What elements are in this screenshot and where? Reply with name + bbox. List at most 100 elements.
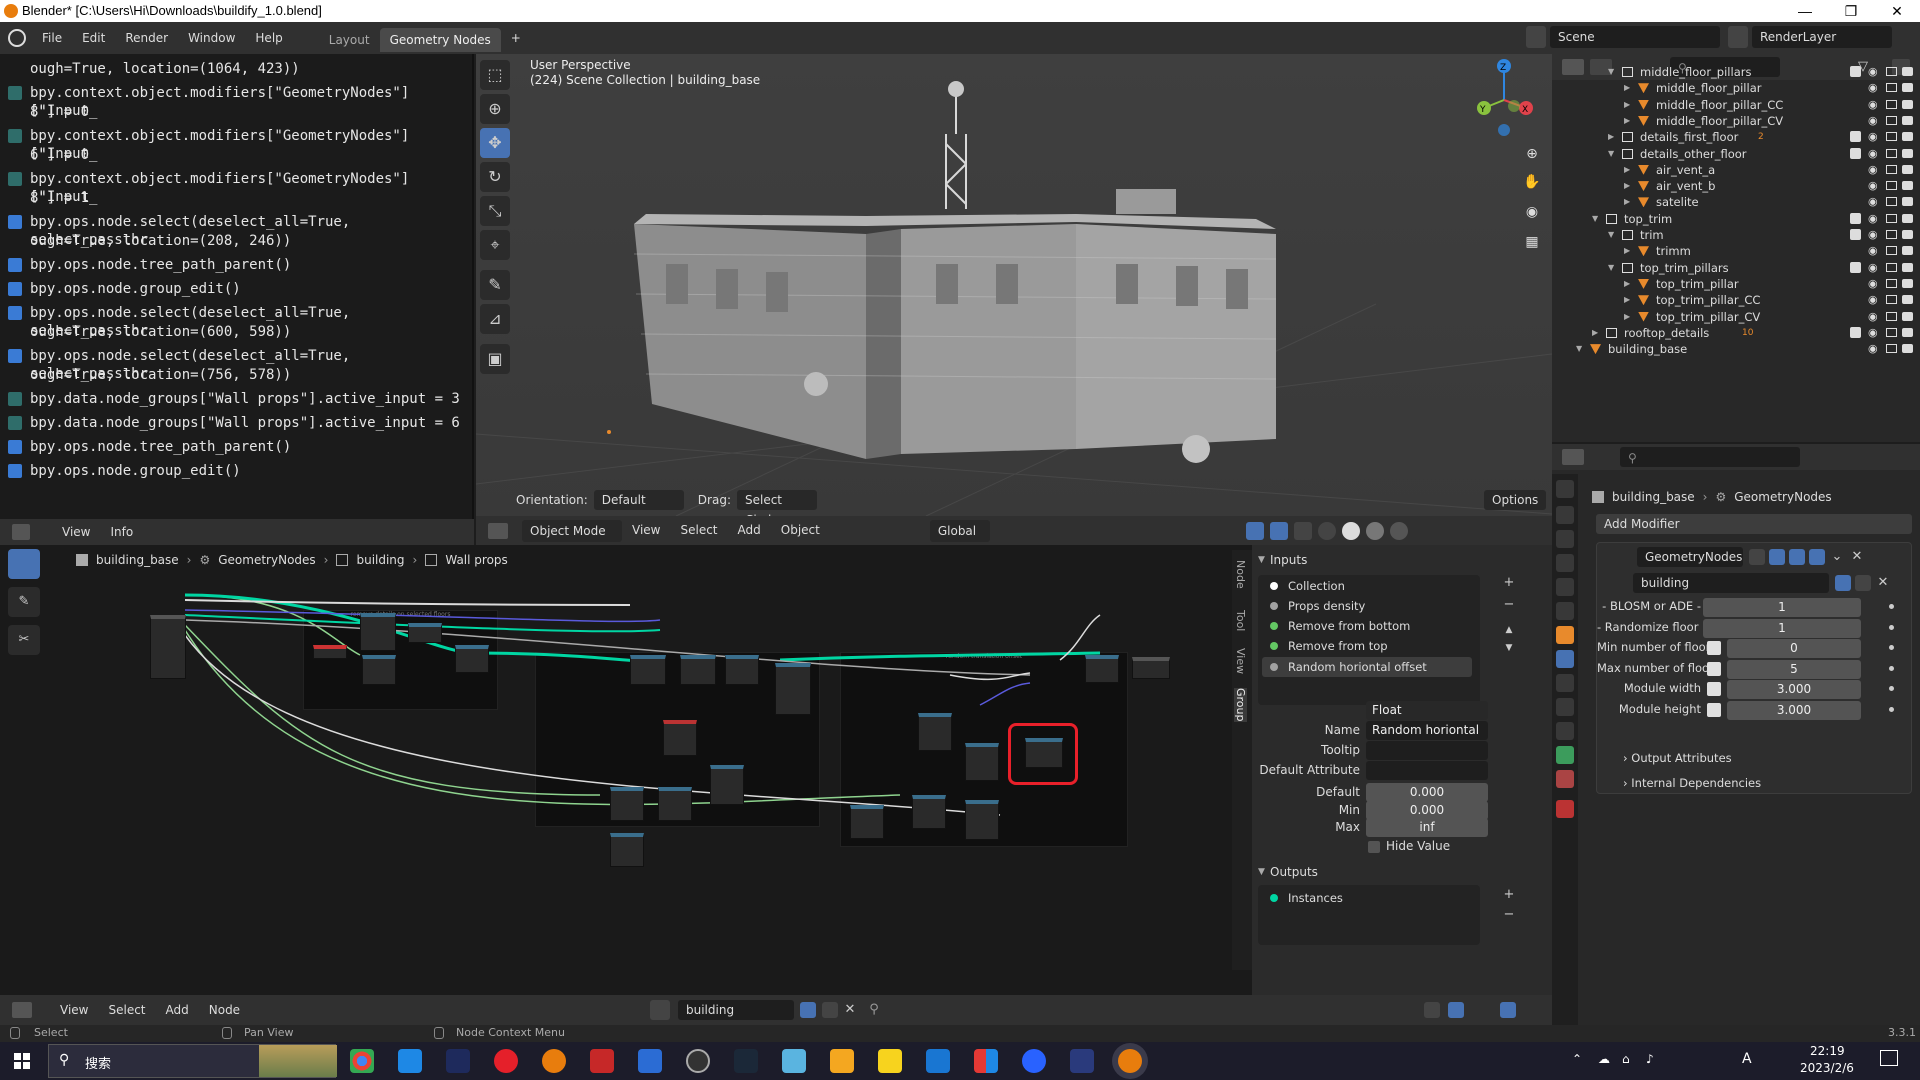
visibility-eye-icon[interactable]: ◉: [1868, 339, 1878, 359]
options-dropdown[interactable]: Options: [1484, 490, 1547, 510]
render-camera-icon[interactable]: [1902, 115, 1913, 125]
info-log-line[interactable]: bpy.ops.node.tree_path_parent(): [8, 256, 291, 274]
select-tool-icon[interactable]: ⬚: [480, 60, 510, 90]
windows-start-icon[interactable]: [14, 1053, 30, 1069]
vp-menu-object[interactable]: Object: [771, 516, 830, 545]
list-item[interactable]: Remove from bottom: [1270, 619, 1410, 633]
blender-menu-icon[interactable]: [8, 29, 26, 47]
keyframe-dot-icon[interactable]: [1889, 686, 1894, 691]
cursor-tool-icon[interactable]: ⊕: [480, 94, 510, 124]
star-app-icon[interactable]: [926, 1049, 950, 1073]
network-icon[interactable]: ⌂: [1622, 1052, 1630, 1066]
duplicate-icon[interactable]: [1855, 575, 1871, 591]
viewport-display-icon[interactable]: [1886, 181, 1897, 191]
viewport-display-icon[interactable]: [1886, 115, 1897, 125]
attribute-toggle-icon[interactable]: [1707, 702, 1721, 717]
exclude-checkbox[interactable]: [1850, 326, 1861, 338]
viewport-display-icon[interactable]: [1886, 230, 1897, 239]
modifier-field-value[interactable]: 5: [1727, 659, 1861, 679]
render-camera-icon[interactable]: [1902, 181, 1913, 191]
viewport-display-icon[interactable]: [1886, 83, 1897, 93]
render-camera-icon[interactable]: [1902, 148, 1913, 158]
viewport-display-icon[interactable]: [1886, 278, 1897, 288]
node[interactable]: [912, 795, 946, 829]
chevron-down-icon[interactable]: ▼: [1576, 339, 1582, 359]
pan-hand-icon[interactable]: ✋: [1521, 174, 1543, 196]
node-menu-view[interactable]: View: [50, 995, 98, 1025]
render-camera-icon[interactable]: [1902, 327, 1913, 337]
tray-chevron-icon[interactable]: ⌃: [1572, 1052, 1582, 1066]
exclude-checkbox[interactable]: [1850, 147, 1861, 159]
menu-window[interactable]: Window: [178, 22, 245, 54]
exclude-checkbox[interactable]: [1850, 66, 1861, 77]
viewport-display-icon[interactable]: [1886, 344, 1897, 354]
keyframe-dot-icon[interactable]: [1889, 706, 1894, 712]
max-value-field[interactable]: inf: [1366, 818, 1488, 837]
node[interactable]: [360, 613, 396, 651]
node-editor[interactable]: ✎ ✂ building_base › ⚙ GeometryNodes › bu…: [0, 545, 1252, 1025]
render-camera-icon[interactable]: [1902, 164, 1913, 174]
exclude-checkbox[interactable]: [1850, 229, 1861, 240]
data-tab-icon[interactable]: [1556, 746, 1574, 764]
taskbar-search-box[interactable]: ⚲ 搜索: [48, 1044, 337, 1078]
type-select[interactable]: Float: [1366, 701, 1488, 720]
material-shading-icon[interactable]: [1366, 522, 1384, 540]
keyframe-dot-icon[interactable]: [1889, 624, 1894, 630]
move-down-icon[interactable]: ▼: [1500, 643, 1518, 661]
info-log-line[interactable]: ough=True, location=(756, 578)): [8, 366, 291, 384]
scene-icon[interactable]: [1526, 26, 1546, 48]
add-output-button[interactable]: +: [1500, 887, 1518, 905]
add-workspace-button[interactable]: +: [501, 22, 531, 54]
measure-tool-icon[interactable]: ⊿: [480, 304, 510, 334]
output-tab-icon[interactable]: [1556, 530, 1574, 548]
viewport-display-icon[interactable]: [1886, 327, 1897, 337]
mode-select[interactable]: Object Mode: [522, 519, 622, 542]
orientation-select[interactable]: Default: [593, 490, 684, 510]
list-item[interactable]: Instances: [1270, 891, 1343, 905]
info-log-line[interactable]: ough=True, location=(600, 598)): [8, 323, 291, 341]
node-menu-select[interactable]: Select: [98, 995, 155, 1025]
overlay-icon[interactable]: [1246, 522, 1264, 540]
internal-dependencies-section[interactable]: › Internal Dependencies: [1623, 776, 1761, 790]
tab-group[interactable]: Group: [1234, 688, 1247, 722]
list-item[interactable]: Props density: [1270, 599, 1365, 613]
parent-tree-icon[interactable]: [1424, 1002, 1440, 1018]
clock-date[interactable]: 2023/2/6: [1800, 1061, 1854, 1075]
node[interactable]: [610, 833, 644, 867]
node[interactable]: [965, 800, 999, 840]
genshin-icon[interactable]: [1022, 1049, 1046, 1073]
notification-icon[interactable]: [1880, 1050, 1898, 1066]
add-cube-tool-icon[interactable]: ▣: [480, 344, 510, 374]
node-menu-node[interactable]: Node: [199, 995, 250, 1025]
node[interactable]: [918, 713, 952, 751]
unlink-icon[interactable]: ✕: [1875, 575, 1891, 591]
render-camera-icon[interactable]: [1902, 213, 1913, 223]
modifier-name-input[interactable]: GeometryNodes: [1637, 547, 1743, 567]
attribute-toggle-icon[interactable]: [1707, 661, 1721, 676]
chrome-icon[interactable]: [350, 1049, 374, 1073]
vp-menu-view[interactable]: View: [622, 516, 670, 545]
gizmo-toggle-icon[interactable]: [1270, 522, 1288, 540]
render-tab-icon[interactable]: [1556, 506, 1574, 524]
info-menu-info[interactable]: Info: [100, 519, 143, 545]
pin-icon[interactable]: ⚲: [866, 1002, 882, 1018]
properties-search-input[interactable]: ⚲: [1620, 447, 1800, 467]
scale-tool-icon[interactable]: ⤡: [480, 196, 510, 226]
edit-mode-toggle-icon[interactable]: [1749, 549, 1765, 565]
vp-menu-select[interactable]: Select: [670, 516, 727, 545]
nodetree-browse-icon[interactable]: [650, 1000, 670, 1020]
output-attributes-section[interactable]: › Output Attributes: [1623, 751, 1732, 765]
editor-type-icon[interactable]: [1562, 449, 1584, 465]
modifier-field-value[interactable]: 3.000: [1727, 700, 1861, 720]
info-log-line[interactable]: ough=True, location=(208, 246)): [8, 232, 291, 250]
rotate-tool-icon[interactable]: ↻: [480, 162, 510, 192]
transform-orientation-select[interactable]: Global: [929, 519, 990, 542]
navigation-gizmo[interactable]: Z Y X: [1464, 56, 1544, 136]
info-menu-view[interactable]: View: [52, 519, 100, 545]
editor-type-icon[interactable]: [12, 1002, 32, 1018]
list-item[interactable]: Remove from top: [1270, 639, 1388, 653]
info-log-line[interactable]: 8"] = 1: [8, 189, 89, 207]
list-item-selected[interactable]: Random horiontal offset: [1262, 657, 1472, 677]
tab-geometry-nodes[interactable]: Geometry Nodes: [379, 28, 501, 52]
clock-time[interactable]: 22:19: [1810, 1044, 1845, 1058]
